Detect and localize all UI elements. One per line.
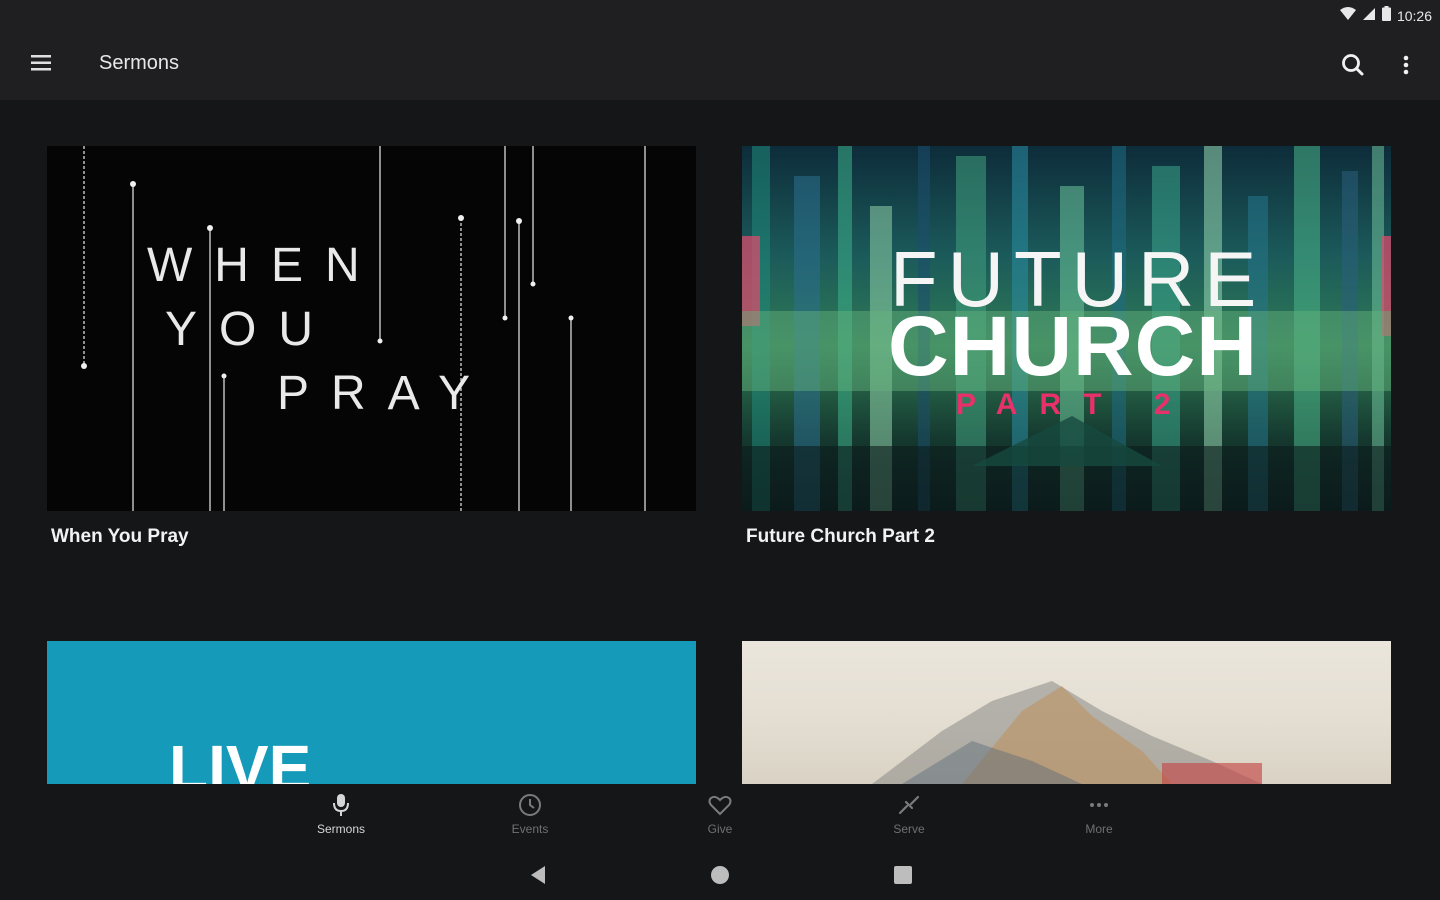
handshake-icon xyxy=(849,792,969,818)
thumb-text-line: LIVE xyxy=(169,732,312,784)
thumb-text-line: CHURCH xyxy=(888,299,1258,393)
nav-label: Give xyxy=(707,822,733,836)
nav-item-more[interactable]: More xyxy=(1039,792,1159,836)
nav-label: Events xyxy=(511,822,549,836)
sermon-thumbnail xyxy=(742,641,1391,784)
app-bar: Sermons xyxy=(0,30,1440,100)
status-icons: 10:26 xyxy=(1339,6,1432,26)
status-bar: 10:26 xyxy=(0,0,1440,30)
overflow-menu-button[interactable] xyxy=(1394,50,1418,80)
clock-icon xyxy=(470,792,590,818)
nav-label: Serve xyxy=(893,822,925,836)
page-title: Sermons xyxy=(99,52,180,74)
thumb-text-line: PRAY xyxy=(277,367,493,420)
sermon-card[interactable]: FUTURE CHURCH PART 2 Future Church Part … xyxy=(742,146,1391,548)
mountain-artwork xyxy=(872,681,1262,784)
more-vert-icon xyxy=(1394,55,1418,84)
recents-icon xyxy=(890,866,916,892)
thumb-text-line: YOU xyxy=(165,303,336,356)
search-icon xyxy=(1338,54,1368,84)
nav-item-give[interactable]: Give xyxy=(660,792,780,836)
battery-icon xyxy=(1381,6,1391,26)
sermon-card[interactable] xyxy=(742,641,1391,784)
back-button[interactable] xyxy=(525,862,551,888)
nav-label: Sermons xyxy=(316,822,366,836)
home-button[interactable] xyxy=(707,862,733,888)
nav-item-serve[interactable]: Serve xyxy=(849,792,969,836)
home-icon xyxy=(707,866,733,892)
menu-button[interactable] xyxy=(28,52,56,78)
nav-item-sermons[interactable]: Sermons xyxy=(281,792,401,836)
signal-icon xyxy=(1362,7,1376,26)
sermon-card[interactable]: WHEN YOU PRAY When You Pray xyxy=(47,146,696,548)
status-time: 10:26 xyxy=(1396,8,1432,24)
sermon-card[interactable]: LIVE xyxy=(47,641,696,784)
sermon-thumbnail: WHEN YOU PRAY xyxy=(47,146,696,511)
more-horiz-icon xyxy=(1039,792,1159,818)
sermon-thumbnail: FUTURE CHURCH PART 2 xyxy=(742,146,1391,511)
recents-button[interactable] xyxy=(890,862,916,888)
wifi-icon xyxy=(1339,6,1356,26)
thumb-text-line: PART 2 xyxy=(956,388,1193,421)
search-button[interactable] xyxy=(1338,50,1368,80)
menu-icon xyxy=(28,55,54,78)
thumb-text-line: WHEN xyxy=(147,239,382,292)
system-navigation-bar xyxy=(0,850,1440,900)
heart-icon xyxy=(660,792,780,818)
microphone-icon xyxy=(281,792,401,818)
back-icon xyxy=(525,866,551,892)
bottom-navigation: Sermons Events Give Serve More xyxy=(0,784,1440,850)
sermon-thumbnail: LIVE xyxy=(47,641,696,784)
sermon-title: When You Pray xyxy=(51,526,189,547)
nav-item-events[interactable]: Events xyxy=(470,792,590,836)
sermon-title: Future Church Part 2 xyxy=(746,526,935,547)
nav-label: More xyxy=(1085,822,1113,836)
decorative-lines xyxy=(81,146,646,511)
